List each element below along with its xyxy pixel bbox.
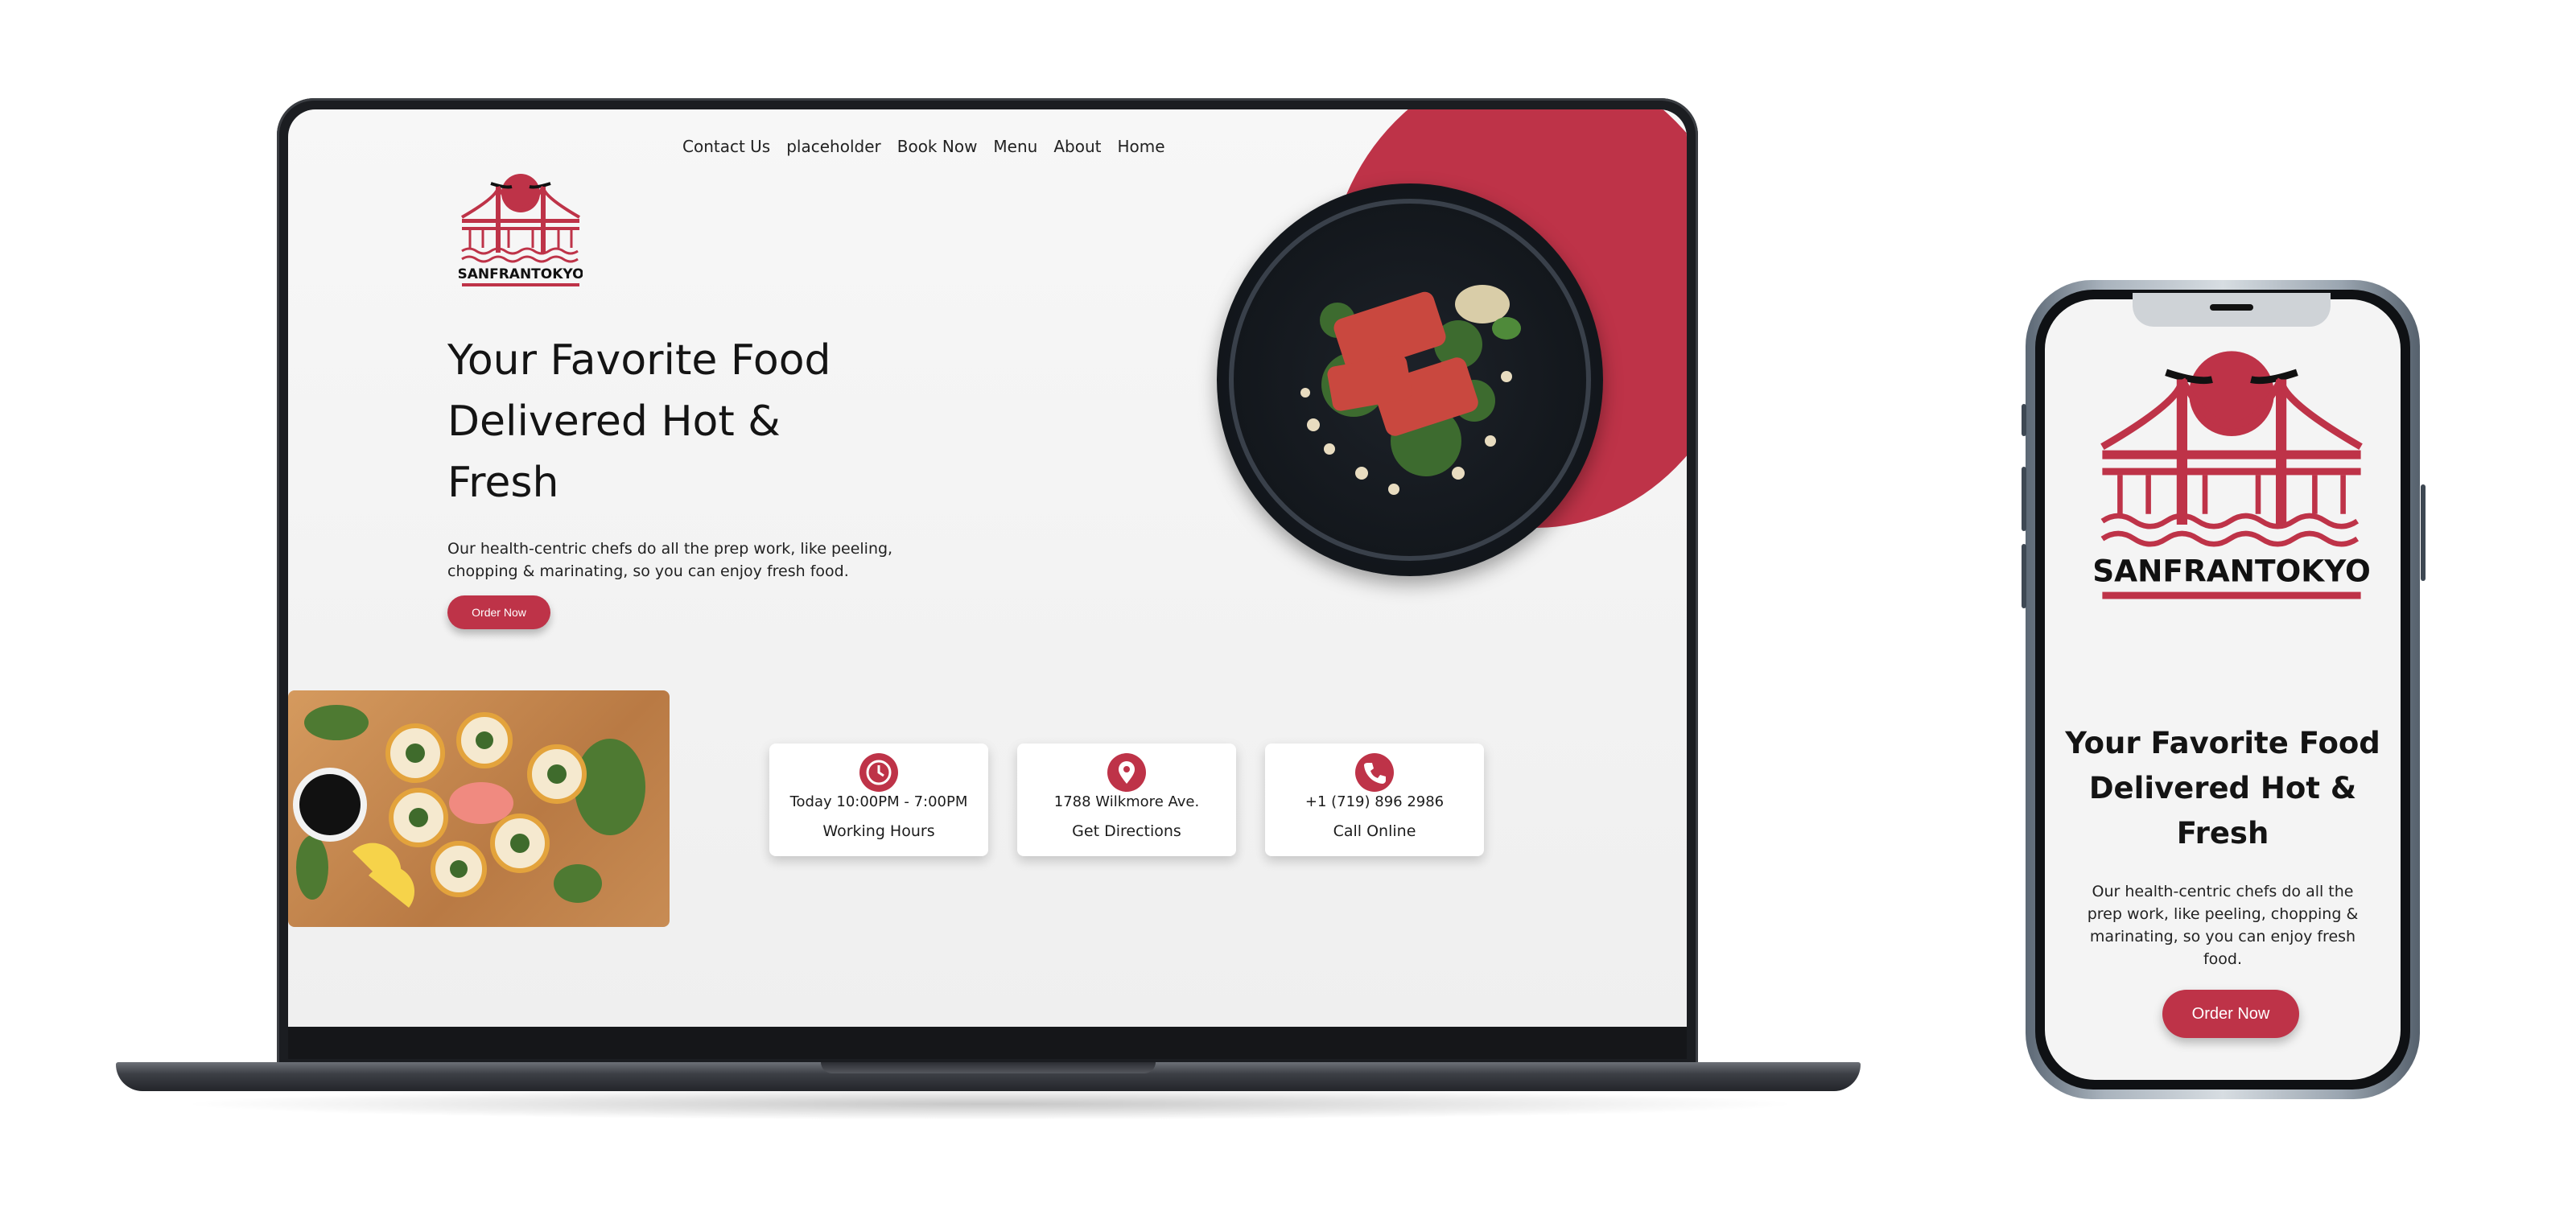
nav-contact-us[interactable]: Contact Us	[682, 137, 770, 156]
tuna-salad-plate-image	[1217, 183, 1603, 576]
mobile-hero-title: Your Favorite Food Delivered Hot & Fresh	[2065, 726, 2380, 851]
call-online-link[interactable]: Call Online	[1265, 822, 1484, 840]
mobile-website: SANFRANTOKYO Your Favorite Food Delivere…	[2045, 299, 2401, 1080]
order-now-button[interactable]: Order Now	[447, 595, 550, 629]
mockup-stage: Contact Us placeholder Book Now Menu Abo…	[0, 0, 2576, 1207]
laptop-shadow	[177, 1088, 1803, 1120]
logo-wordmark: SANFRANTOKYO	[459, 266, 583, 282]
nav-home[interactable]: Home	[1117, 137, 1164, 156]
nav-book-now[interactable]: Book Now	[897, 137, 978, 156]
nav-menu[interactable]: Menu	[993, 137, 1037, 156]
phone-speaker	[2210, 304, 2253, 311]
mobile-sanfrantokyo-logo[interactable]: SANFRANTOKYO	[2093, 348, 2370, 613]
info-card-phone[interactable]: +1 (719) 896 2986 Call Online	[1265, 744, 1484, 856]
laptop-hinge-notch	[821, 1062, 1156, 1073]
info-card-working-hours[interactable]: Today 10:00PM - 7:00PM Working Hours	[769, 744, 988, 856]
phone-icon	[1355, 753, 1394, 792]
mobile-hero-description: Our health-centric chefs do all the prep…	[2087, 883, 2359, 968]
phone-power-button	[2421, 484, 2426, 581]
desktop-website: Contact Us placeholder Book Now Menu Abo…	[288, 109, 1687, 1027]
mobile-order-now-button[interactable]: Order Now	[2162, 990, 2299, 1038]
phone-volume-up-button	[2022, 467, 2026, 531]
working-hours-label: Working Hours	[822, 822, 935, 840]
phone-mute-button	[2022, 404, 2026, 436]
clock-icon	[859, 753, 898, 792]
get-directions-link[interactable]: Get Directions	[1017, 822, 1236, 840]
nav-about[interactable]: About	[1053, 137, 1101, 156]
hero-description: Our health-centric chefs do all the prep…	[447, 540, 893, 580]
address-value: 1788 Wilkmore Ave.	[1053, 793, 1200, 810]
nav-placeholder[interactable]: placeholder	[786, 137, 881, 156]
working-hours-value: Today 10:00PM - 7:00PM	[789, 793, 968, 810]
sushi-board-image	[288, 690, 670, 927]
sanfrantokyo-logo[interactable]: SANFRANTOKYO	[459, 172, 583, 293]
phone-volume-down-button	[2022, 544, 2026, 608]
phone-number: +1 (719) 896 2986	[1304, 793, 1445, 810]
mobile-logo-wordmark: SANFRANTOKYO	[2093, 553, 2370, 588]
laptop-chin	[288, 1027, 1687, 1059]
info-card-address[interactable]: 1788 Wilkmore Ave. Get Directions	[1017, 744, 1236, 856]
location-pin-icon	[1107, 753, 1146, 792]
hero-title: Your Favorite Food Delivered Hot & Fresh	[447, 336, 831, 507]
